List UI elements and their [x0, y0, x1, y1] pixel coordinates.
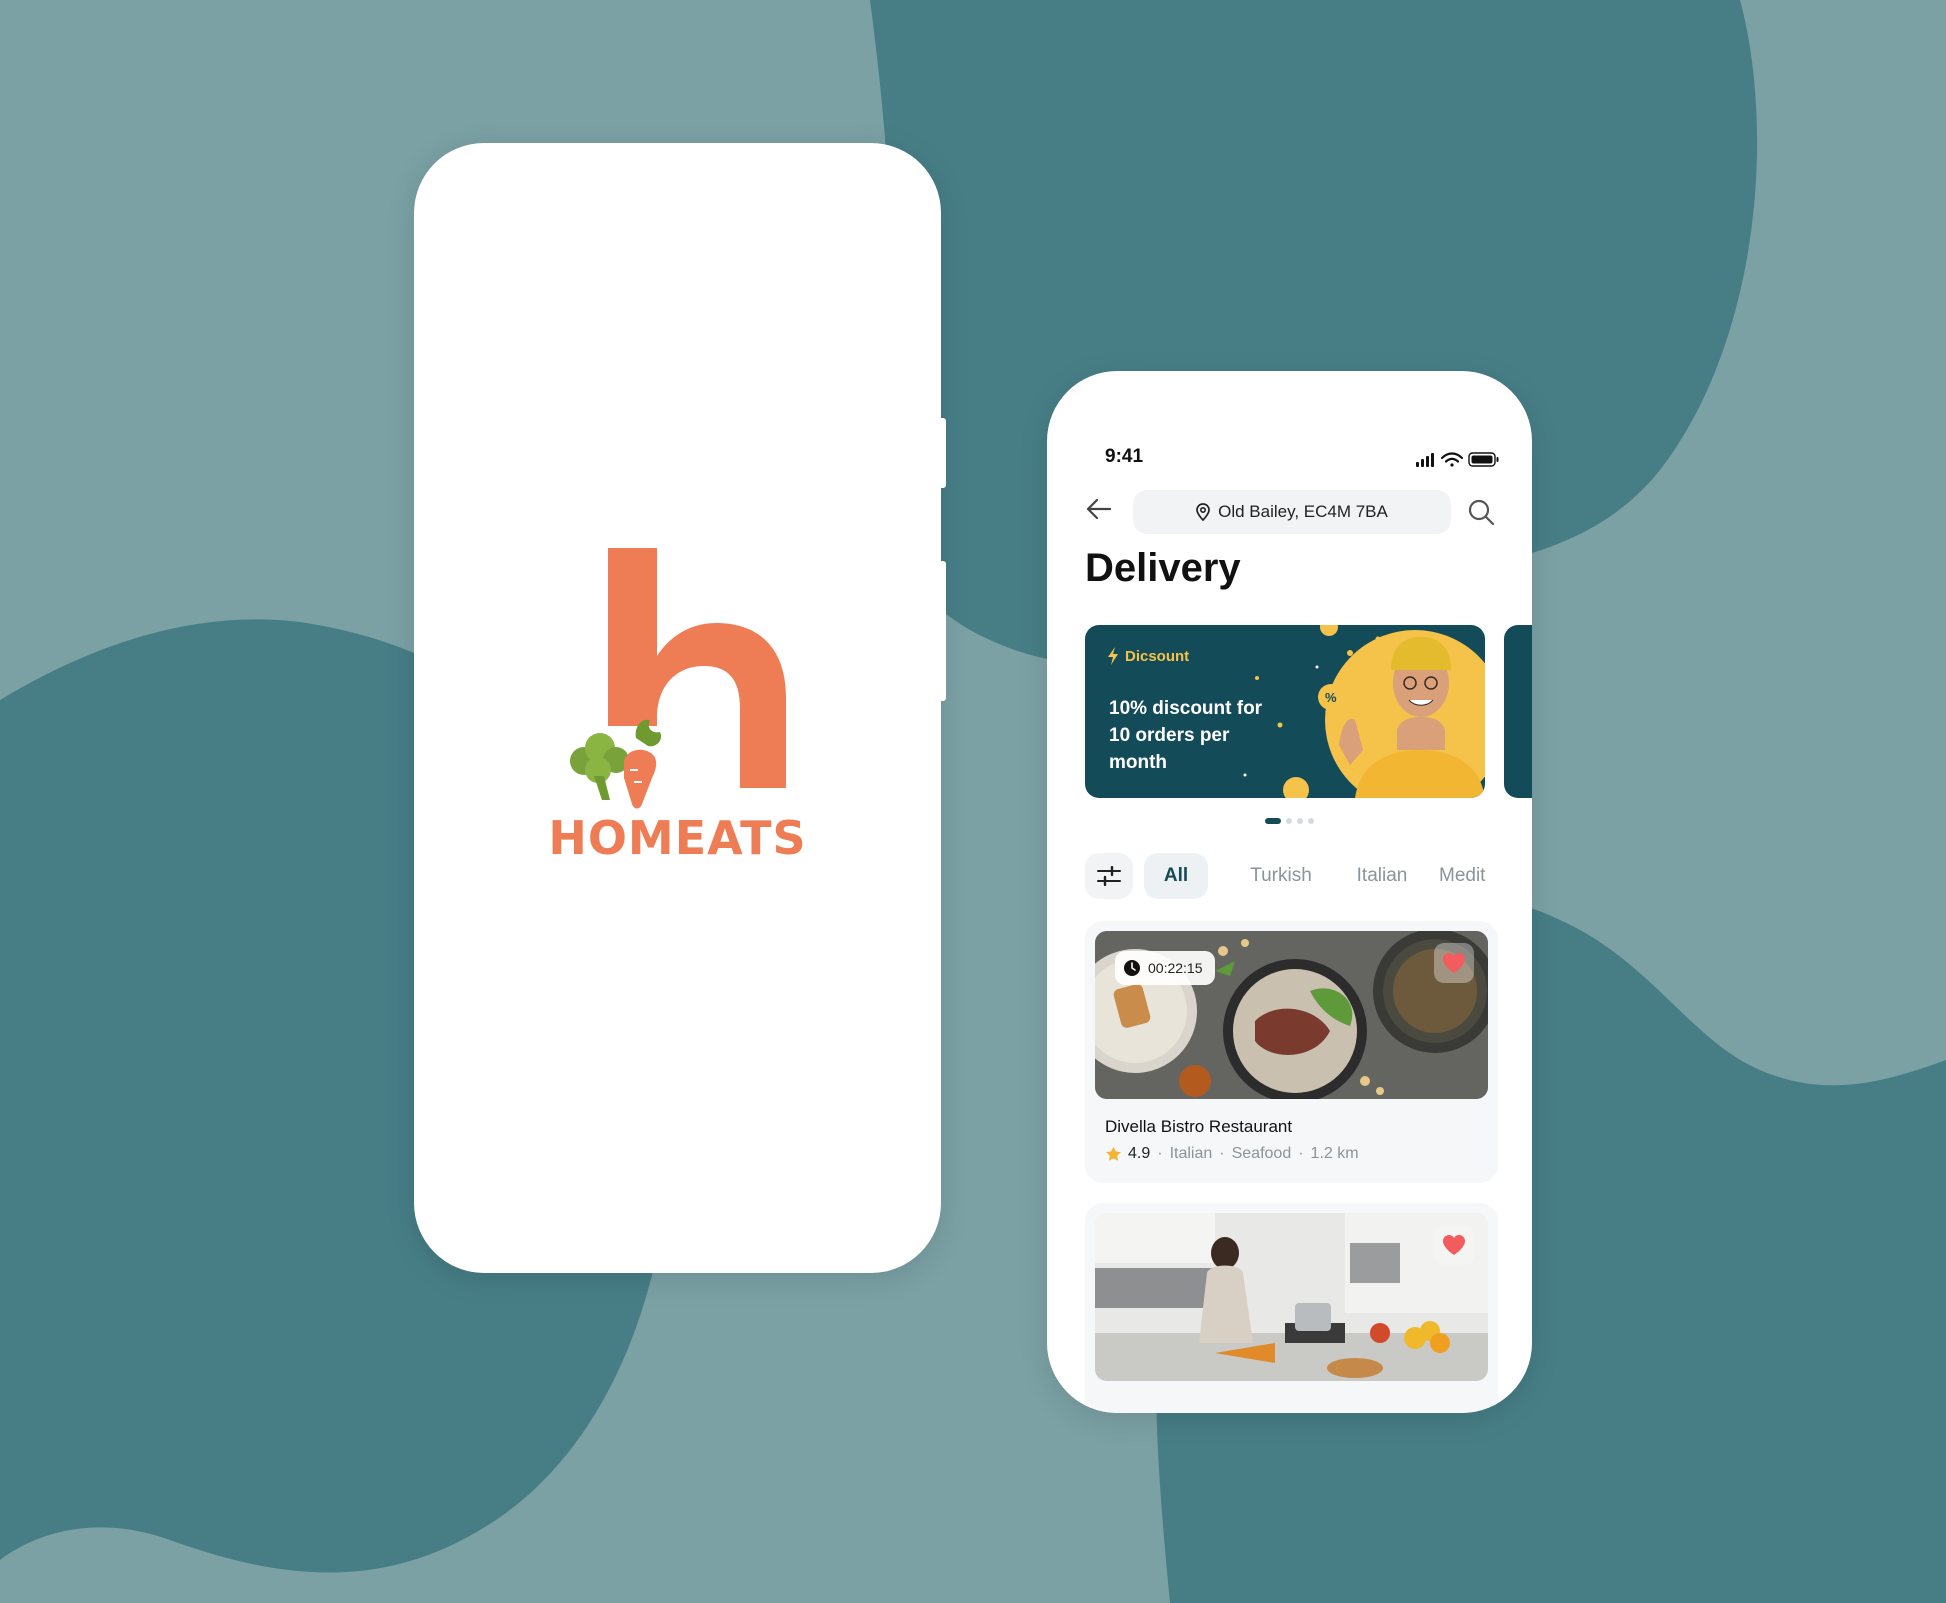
h-letter-logo — [570, 548, 786, 809]
carousel-dot[interactable] — [1286, 818, 1292, 824]
splash-phone: HOMEATS — [414, 143, 946, 1273]
lightning-icon — [1108, 647, 1118, 665]
banner-tag-label: Dicsount — [1125, 647, 1190, 665]
star-icon — [1106, 1146, 1121, 1161]
filter-button[interactable] — [1085, 853, 1133, 899]
svg-text:%: % — [1325, 690, 1337, 705]
restaurant-photo — [1095, 1213, 1488, 1381]
next-banner-peek[interactable] — [1504, 625, 1532, 798]
back-arrow-icon[interactable] — [1085, 496, 1113, 522]
restaurant-name: Divella Bistro Restaurant — [1105, 1117, 1293, 1136]
phone-side-button — [941, 561, 946, 701]
location-pin-icon — [1196, 503, 1210, 521]
meta-separator: · — [1219, 1145, 1225, 1162]
category-chip-all[interactable]: All — [1144, 853, 1208, 899]
meta-separator: · — [1298, 1145, 1304, 1162]
heart-icon — [1443, 1235, 1465, 1255]
carousel-dot[interactable] — [1297, 818, 1303, 824]
wifi-icon — [1440, 452, 1464, 467]
favorite-button[interactable] — [1434, 943, 1474, 983]
background-shapes — [0, 0, 1946, 1603]
banner-text: 10% discount for 10 orders per month — [1109, 698, 1263, 773]
restaurant-cuisine: Italian — [1169, 1145, 1213, 1162]
category-chip-medit[interactable]: Medit — [1439, 853, 1519, 899]
timer-text: 00:22:15 — [1148, 960, 1203, 976]
delivery-timer: 00:22:15 — [1115, 951, 1215, 985]
brand-name: HOMEATS — [548, 811, 807, 865]
meta-separator: · — [1157, 1145, 1163, 1162]
location-text: Old Bailey, EC4M 7BA — [1218, 502, 1388, 521]
category-chip-italian[interactable]: Italian — [1337, 853, 1427, 899]
restaurant-photo: 00:22:15 — [1095, 931, 1488, 1099]
banner-tag: Dicsount — [1107, 647, 1189, 665]
restaurant-tag: Seafood — [1231, 1145, 1292, 1162]
carrot-icon — [624, 719, 662, 809]
location-selector[interactable]: Old Bailey, EC4M 7BA — [1133, 490, 1451, 534]
status-time: 9:41 — [1105, 446, 1144, 467]
discount-banner[interactable]: % Dicsount 10% discount for 10 orders pe… — [1085, 625, 1485, 798]
restaurant-meta: 4.9 · Italian · Seafood · 1.2 km — [1105, 1145, 1359, 1163]
restaurant-card[interactable]: 00:22:15 Divella Bistro Restaurant 4.9 ·… — [1085, 921, 1498, 1183]
signal-icon — [1416, 453, 1434, 467]
clock-icon — [1124, 960, 1140, 976]
page-title: Delivery — [1085, 546, 1241, 590]
restaurant-card[interactable] — [1085, 1203, 1498, 1413]
restaurant-rating: 4.9 — [1128, 1145, 1151, 1162]
category-chip-turkish[interactable]: Turkish — [1233, 853, 1329, 899]
carousel-dot[interactable] — [1308, 818, 1314, 824]
broccoli-icon — [570, 733, 629, 800]
app-phone: 9:41 Old Bailey, EC4M 7BA Delivery % Dic… — [1047, 371, 1532, 1413]
search-icon[interactable] — [1467, 498, 1495, 526]
favorite-button[interactable] — [1434, 1225, 1474, 1265]
carousel-dot[interactable] — [1265, 818, 1281, 824]
heart-icon — [1443, 953, 1465, 973]
phone-side-button — [941, 418, 946, 488]
status-icons — [1416, 452, 1499, 467]
carousel-dots — [1265, 818, 1314, 824]
battery-icon — [1468, 452, 1499, 467]
restaurant-distance: 1.2 km — [1310, 1145, 1359, 1162]
sliders-icon — [1097, 866, 1121, 886]
